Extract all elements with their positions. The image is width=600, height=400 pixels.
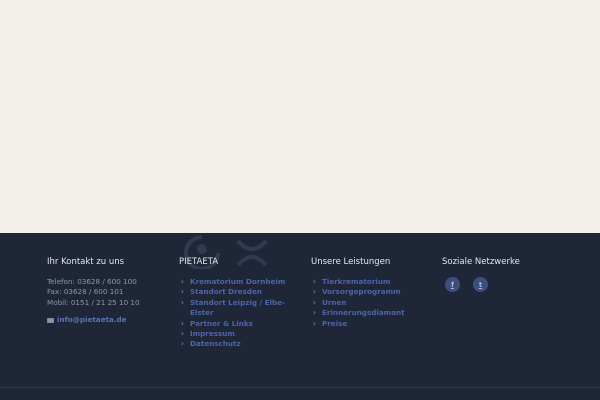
list-item: › Standort Leipzig / Elbe-Elster <box>179 298 304 319</box>
link-krematorium-dornheim[interactable]: Krematorium Dornheim <box>190 277 285 286</box>
chevron-right-icon: › <box>181 329 184 339</box>
email-row: info@pietaeta.de <box>47 315 172 325</box>
link-erinnerungsdiamant[interactable]: Erinnerungsdiamant <box>322 308 405 317</box>
list-item: › Standort Dresden <box>179 287 304 297</box>
link-vorsorgeprogramm[interactable]: Vorsorgeprogramm <box>322 287 401 296</box>
chevron-right-icon: › <box>181 318 184 328</box>
content-area <box>0 0 600 233</box>
pietaeta-links: › Krematorium Dornheim › Standort Dresden … <box>179 277 304 350</box>
link-impressum[interactable]: Impressum <box>190 329 235 338</box>
footer-divider <box>0 387 600 388</box>
social-heading: Soziale Netzwerke <box>442 257 520 267</box>
services-column: Unsere Leistungen › Tierkrematorium › Vors… <box>311 257 436 329</box>
link-standort-leipzig[interactable]: Standort Leipzig / Elbe-Elster <box>190 298 285 317</box>
chevron-right-icon: › <box>181 339 184 349</box>
list-item: › Tierkrematorium <box>311 277 436 287</box>
chevron-right-icon: › <box>313 277 316 286</box>
facebook-icon[interactable]: f <box>445 277 460 292</box>
link-tierkrematorium[interactable]: Tierkrematorium <box>322 277 390 286</box>
contact-column: Ihr Kontakt zu uns Telefon: 03628 / 600 … <box>47 257 172 325</box>
envelope-icon <box>47 317 54 323</box>
list-item: › Preise <box>311 319 436 329</box>
list-item: › Krematorium Dornheim <box>179 277 304 287</box>
contact-heading: Ihr Kontakt zu uns <box>47 257 125 267</box>
site-footer: Ihr Kontakt zu uns Telefon: 03628 / 600 … <box>0 233 600 400</box>
list-item: › Datenschutz <box>179 339 304 349</box>
social-column: Soziale Netzwerke f t <box>442 257 567 292</box>
list-item: › Urnen <box>311 298 436 308</box>
link-urnen[interactable]: Urnen <box>322 298 347 307</box>
link-preise[interactable]: Preise <box>322 319 347 328</box>
chevron-right-icon: › <box>313 287 316 297</box>
chevron-right-icon: › <box>181 277 184 286</box>
list-item: › Impressum <box>179 329 304 339</box>
services-heading: Unsere Leistungen <box>311 257 391 267</box>
pietaeta-column: PIETAETA › Krematorium Dornheim › Standort… <box>179 257 304 350</box>
fax-number: Fax: 03628 / 600 101 <box>47 287 124 297</box>
chevron-right-icon: › <box>313 318 316 328</box>
link-partner-links[interactable]: Partner & Links <box>190 319 253 328</box>
email-link[interactable]: info@pietaeta.de <box>57 315 127 325</box>
link-datenschutz[interactable]: Datenschutz <box>190 339 241 348</box>
link-standort-dresden[interactable]: Standort Dresden <box>190 287 262 296</box>
chevron-right-icon: › <box>181 297 184 307</box>
social-icons: f t <box>445 277 567 292</box>
list-item: › Partner & Links <box>179 319 304 329</box>
list-item: › Erinnerungsdiamant <box>311 308 436 318</box>
twitter-icon[interactable]: t <box>473 277 488 292</box>
phone-number: Telefon: 03628 / 600 100 <box>47 277 137 286</box>
chevron-right-icon: › <box>313 297 316 307</box>
pietaeta-heading: PIETAETA <box>179 257 219 267</box>
services-links: › Tierkrematorium › Vorsorgeprogramm › Urne… <box>311 277 436 329</box>
chevron-right-icon: › <box>181 287 184 297</box>
mobile-number: Mobil: 0151 / 21 25 10 10 <box>47 297 140 307</box>
list-item: › Vorsorgeprogramm <box>311 287 436 297</box>
chevron-right-icon: › <box>313 308 316 318</box>
